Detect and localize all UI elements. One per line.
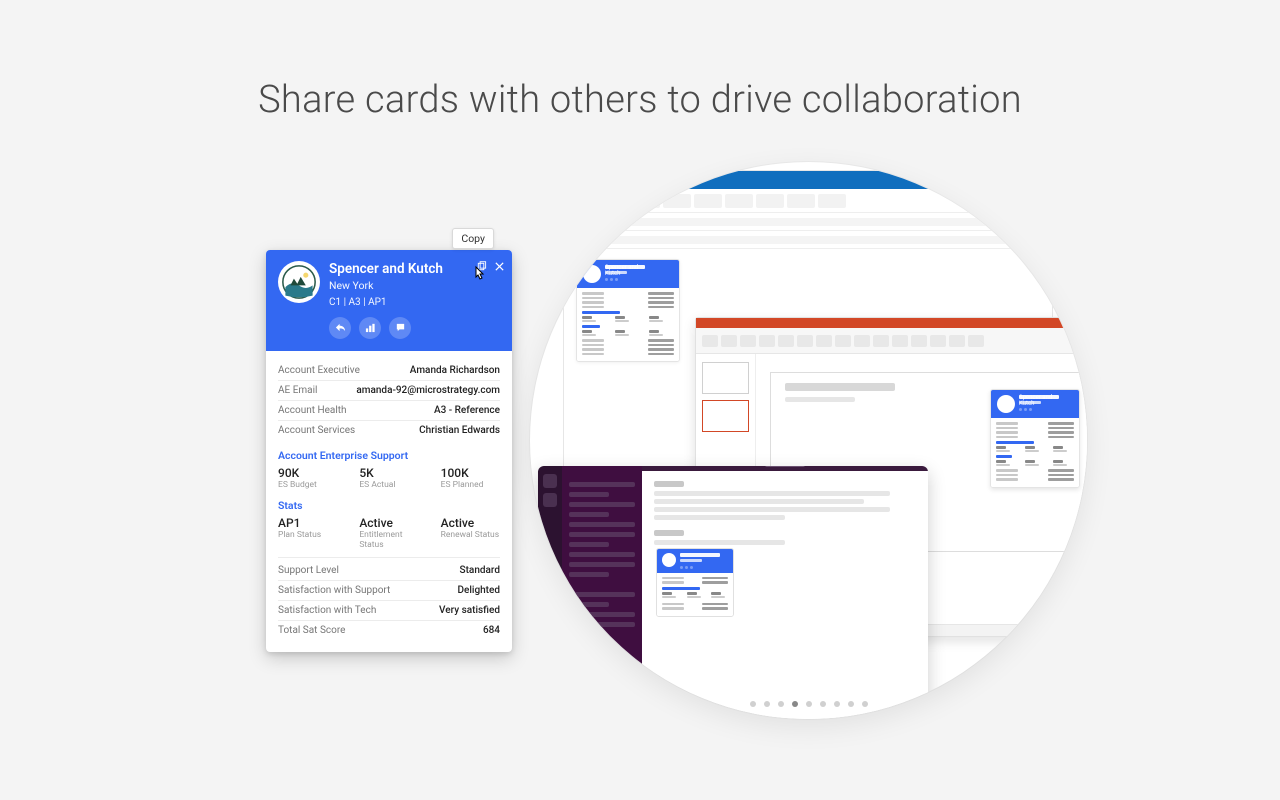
slack-window [538,466,928,719]
info-row: AE Email amanda-92@microstrategy.com [278,381,500,401]
info-label: Total Sat Score [278,625,345,636]
info-value: amanda-92@microstrategy.com [356,385,500,396]
outlook-titlebar [564,171,1052,189]
card-header: Copy Spencer and Kutch [266,250,512,351]
chat-button[interactable] [389,317,411,339]
info-value: Standard [460,565,500,576]
info-value: Very satisfied [439,605,500,616]
stat: AP1Plan Status [278,516,337,550]
ppt-slide-title-placeholder [785,383,895,391]
reply-button[interactable] [329,317,351,339]
info-row: Total Sat Score 684 [278,621,500,640]
info-row: Satisfaction with Tech Very satisfied [278,601,500,621]
mini-avatar-icon [583,265,601,283]
info-label: Support Level [278,565,339,576]
stat: ActiveRenewal Status [441,516,500,550]
mini-card-title: Spencer and Kutch [1019,395,1059,399]
mini-card-subtitle: New York [605,271,627,274]
main-card: Copy Spencer and Kutch [266,250,512,652]
info-label: Account Health [278,405,347,416]
info-row: Account Health A3 - Reference [278,401,500,421]
info-value: Amanda Richardson [410,365,500,376]
mini-card-title: Spencer and Kutch [605,265,645,269]
section-title-stats: Stats [278,499,500,512]
info-label: Satisfaction with Support [278,585,390,596]
outlook-toolbar [564,189,1052,213]
slack-workspace-icon[interactable] [543,493,557,507]
stat: ActiveEntitlement Status [359,516,418,550]
mini-card-subtitle: New York [1019,401,1041,404]
card-title: Spencer and Kutch [329,262,443,277]
card-body: Account Executive Amanda Richardson AE E… [266,351,512,652]
info-row: Satisfaction with Support Delighted [278,581,500,601]
account-avatar [278,261,320,303]
slack-sidebar [562,466,642,719]
stat: 90KES Budget [278,466,337,490]
outlook-pasted-card: Spencer and Kutch New York [576,259,680,362]
slack-workspace-icon[interactable] [543,474,557,488]
info-label: Account Executive [278,365,360,376]
carousel-dots[interactable] [750,701,868,707]
close-icon[interactable] [494,257,505,268]
info-row: Account Services Christian Edwards [278,421,500,440]
info-label: Account Services [278,425,355,436]
chart-button[interactable] [359,317,381,339]
info-label: AE Email [278,385,317,396]
ppt-thumb-active[interactable] [702,400,749,432]
info-row: Support Level Standard [278,561,500,581]
outlook-subbar [564,231,1052,249]
ppt-titlebar [696,318,1087,328]
apps-showcase-circle: Spencer and Kutch New York [530,162,1087,719]
stat: 5KES Actual [359,466,418,490]
slack-pasted-card [656,548,734,617]
section-title-support: Account Enterprise Support [278,449,500,462]
ppt-ribbon [696,328,1087,354]
copy-tooltip: Copy [452,228,494,249]
slack-rail [538,466,562,719]
card-tags: C1 | A3 | AP1 [329,297,443,308]
stat: 100KES Planned [441,466,500,490]
ppt-slide-subtitle-placeholder [785,397,855,402]
info-label: Satisfaction with Tech [278,605,376,616]
slack-message [654,481,916,520]
mini-avatar-icon [662,553,676,567]
info-value: A3 - Reference [434,405,500,416]
page-headline: Share cards with others to drive collabo… [0,78,1280,122]
ppt-pasted-card: Spencer and Kutch New York [990,389,1080,488]
ppt-thumb[interactable] [702,362,749,394]
mini-avatar-icon [997,395,1015,413]
info-value: 684 [483,625,500,636]
slack-message [654,530,916,617]
info-row: Account Executive Amanda Richardson [278,361,500,381]
copy-icon[interactable] [476,257,487,268]
outlook-subbar [564,213,1052,231]
card-subtitle: New York [329,279,443,292]
info-value: Christian Edwards [419,425,500,436]
info-value: Delighted [457,585,500,596]
